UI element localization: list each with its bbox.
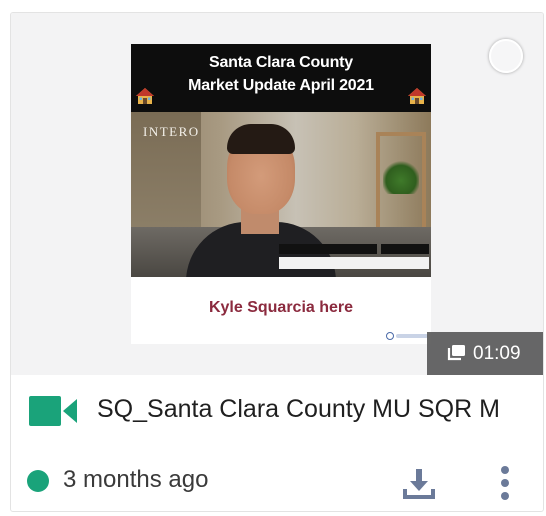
presenter-hair (227, 124, 295, 154)
video-frame: INTERO (131, 112, 431, 277)
download-icon (403, 469, 435, 499)
thumbnail-area[interactable]: Santa Clara County Market Update April 2… (11, 13, 543, 375)
banner-line-1: Santa Clara County (209, 54, 353, 71)
duration-badge: 01:09 (427, 332, 543, 375)
caption-text: Kyle Squarcia here (208, 299, 354, 316)
video-camera-icon (29, 396, 77, 426)
title-row[interactable]: SQ_Santa Clara County MU SQR M (11, 375, 543, 445)
download-button[interactable] (401, 465, 437, 501)
more-options-button[interactable] (491, 463, 519, 503)
duration-text: 01:09 (473, 343, 521, 364)
lower-third-graphic (279, 244, 429, 274)
upload-age: 3 months ago (63, 466, 209, 493)
background-plant (383, 160, 419, 194)
house-icon (136, 88, 154, 104)
brand-watermark: INTERO (143, 124, 200, 139)
more-vertical-icon (501, 466, 509, 500)
video-thumbnail[interactable]: Santa Clara County Market Update April 2… (131, 44, 431, 344)
status-dot-icon (27, 470, 49, 492)
video-card[interactable]: Santa Clara County Market Update April 2… (10, 12, 544, 512)
select-checkbox[interactable] (489, 39, 523, 73)
house-icon (408, 88, 426, 104)
meta-row: 3 months ago (11, 445, 543, 511)
caption-area: Kyle Squarcia here (131, 277, 431, 344)
video-title[interactable]: SQ_Santa Clara County MU SQR M (97, 395, 543, 424)
banner-line-2: Market Update April 2021 (188, 77, 374, 94)
brand-logo-icon (386, 332, 428, 340)
title-banner: Santa Clara County Market Update April 2… (131, 44, 431, 112)
stack-icon (447, 345, 465, 361)
